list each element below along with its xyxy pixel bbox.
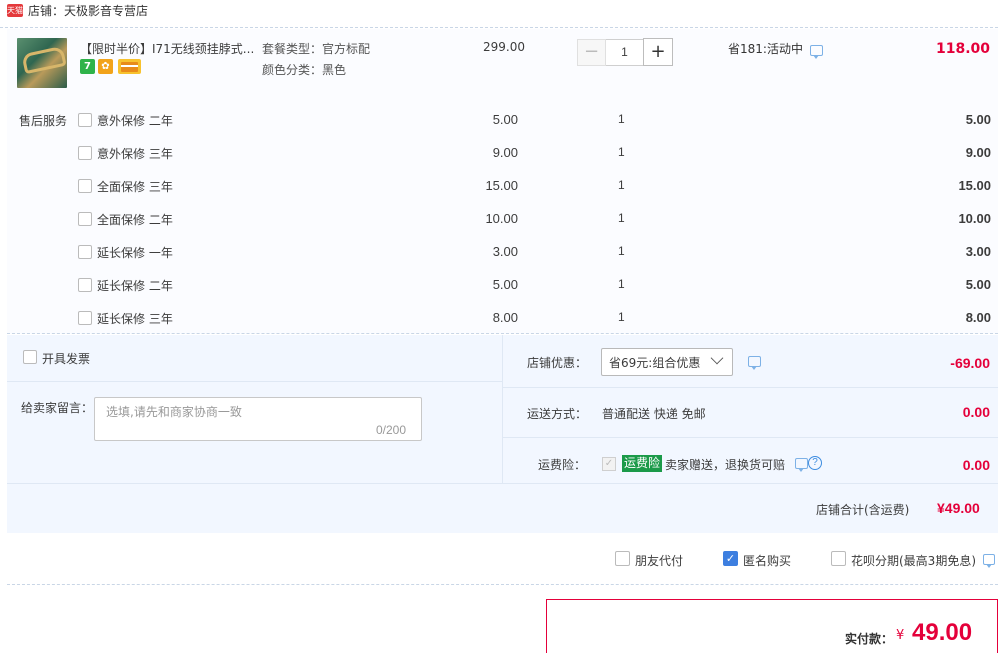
tmall-badge-icon: 天猫 [7, 4, 23, 17]
service-price: 15.00 [485, 178, 518, 193]
message-placeholder: 选填,请先和商家协商一致 [106, 405, 242, 419]
service-name: 延长保修 二年 [97, 279, 173, 293]
insurance-badge: 运费险 [622, 455, 663, 472]
seven-day-return-icon: 7 [80, 59, 95, 74]
product-title[interactable]: 【限时半价】I71无线颈挂脖式... [80, 40, 256, 57]
shipping-amount: 0.00 [962, 404, 990, 420]
service-qty: 1 [618, 145, 625, 159]
service-qty: 1 [618, 277, 625, 291]
service-subtotal: 5.00 [965, 277, 991, 292]
divider [502, 437, 998, 438]
service-price: 9.00 [492, 145, 518, 160]
service-price: 5.00 [492, 112, 518, 127]
quantity-decrease-button[interactable]: − [577, 39, 606, 66]
divider [502, 387, 998, 388]
huabei-installment-checkbox[interactable] [831, 551, 846, 566]
item-subtotal: 118.00 [935, 41, 990, 57]
unit-price: 299.00 [483, 40, 525, 54]
service-price: 10.00 [485, 211, 518, 226]
service-price: 8.00 [492, 310, 518, 325]
friend-pay-checkbox[interactable] [615, 551, 630, 566]
service-subtotal: 10.00 [958, 211, 991, 226]
color-category: 颜色分类：黑色 [262, 63, 347, 77]
payment-label: 实付款： [845, 632, 894, 646]
divider [7, 584, 998, 585]
coupon-selected-value: 省69元:组合优惠 [609, 356, 701, 370]
service-checkbox[interactable] [78, 311, 92, 325]
anonymous-purchase-label[interactable]: 匿名购买 [743, 552, 791, 569]
service-name: 延长保修 三年 [97, 312, 173, 326]
shipping-method-label: 运送方式： [527, 407, 588, 421]
insurance-amount: 0.00 [962, 457, 990, 473]
service-subtotal: 8.00 [965, 310, 991, 325]
shipping-insurance-label: 运费险： [538, 458, 587, 472]
service-name: 全面保修 二年 [97, 213, 173, 227]
divider [7, 381, 502, 382]
help-icon[interactable]: ? [808, 456, 822, 470]
service-price: 3.00 [492, 244, 518, 259]
shop-name[interactable]: 店铺：天极影音专营店 [28, 2, 148, 19]
chat-icon[interactable] [810, 45, 823, 59]
message-char-counter: 0/200 [376, 423, 407, 437]
service-qty: 1 [618, 310, 625, 324]
service-qty: 1 [618, 112, 625, 126]
shipping-method-value: 普通配送 快递 免邮 [602, 407, 706, 421]
shop-coupon-label: 店铺优惠： [527, 356, 588, 370]
package-type: 套餐类型：官方标配 [262, 42, 371, 56]
product-thumbnail[interactable] [17, 38, 67, 88]
service-qty: 1 [618, 178, 625, 192]
service-checkbox[interactable] [78, 278, 92, 292]
invoice-checkbox[interactable] [23, 350, 37, 364]
service-checkbox[interactable] [78, 212, 92, 226]
service-checkbox[interactable] [78, 146, 92, 160]
payment-currency: ¥ [896, 628, 905, 643]
friend-pay-label[interactable]: 朋友代付 [635, 552, 683, 569]
guarantee-icon: ✿ [98, 59, 113, 74]
service-checkbox[interactable] [78, 113, 92, 127]
after-sales-label: 售后服务 [19, 114, 68, 128]
invoice-label[interactable]: 开具发票 [42, 350, 90, 367]
shop-total-label: 店铺合计(含运费) [816, 503, 910, 517]
promo-status: 省181:活动中 [728, 42, 803, 56]
quantity-increase-button[interactable]: + [643, 38, 673, 66]
service-qty: 1 [618, 211, 625, 225]
service-checkbox[interactable] [78, 245, 92, 259]
service-checkbox[interactable] [78, 179, 92, 193]
divider [502, 335, 503, 483]
chat-icon[interactable] [748, 356, 761, 370]
divider [7, 483, 998, 484]
shop-total-amount: ¥49.00 [937, 500, 980, 516]
chat-icon[interactable] [983, 554, 995, 568]
service-name: 全面保修 三年 [97, 180, 173, 194]
service-name: 意外保修 三年 [97, 147, 173, 161]
coupon-amount: -69.00 [950, 355, 990, 371]
service-subtotal: 9.00 [965, 145, 991, 160]
anonymous-purchase-checkbox[interactable]: ✓ [723, 551, 738, 566]
service-price: 5.00 [492, 277, 518, 292]
credit-card-icon [118, 59, 141, 74]
chat-icon[interactable] [795, 458, 808, 472]
service-subtotal: 5.00 [965, 112, 991, 127]
service-subtotal: 3.00 [965, 244, 991, 259]
service-subtotal: 15.00 [958, 178, 991, 193]
service-name: 延长保修 一年 [97, 246, 173, 260]
shop-header [0, 0, 998, 28]
quantity-input[interactable]: 1 [606, 39, 643, 66]
huabei-installment-label[interactable]: 花呗分期(最高3期免息) [851, 552, 976, 569]
service-qty: 1 [618, 244, 625, 258]
insurance-checkbox: ✓ [602, 457, 616, 471]
message-label: 给卖家留言： [21, 401, 94, 415]
service-name: 意外保修 二年 [97, 114, 173, 128]
payment-amount: 49.00 [912, 619, 973, 646]
insurance-description: 卖家赠送，退换货可赔 [665, 458, 786, 472]
